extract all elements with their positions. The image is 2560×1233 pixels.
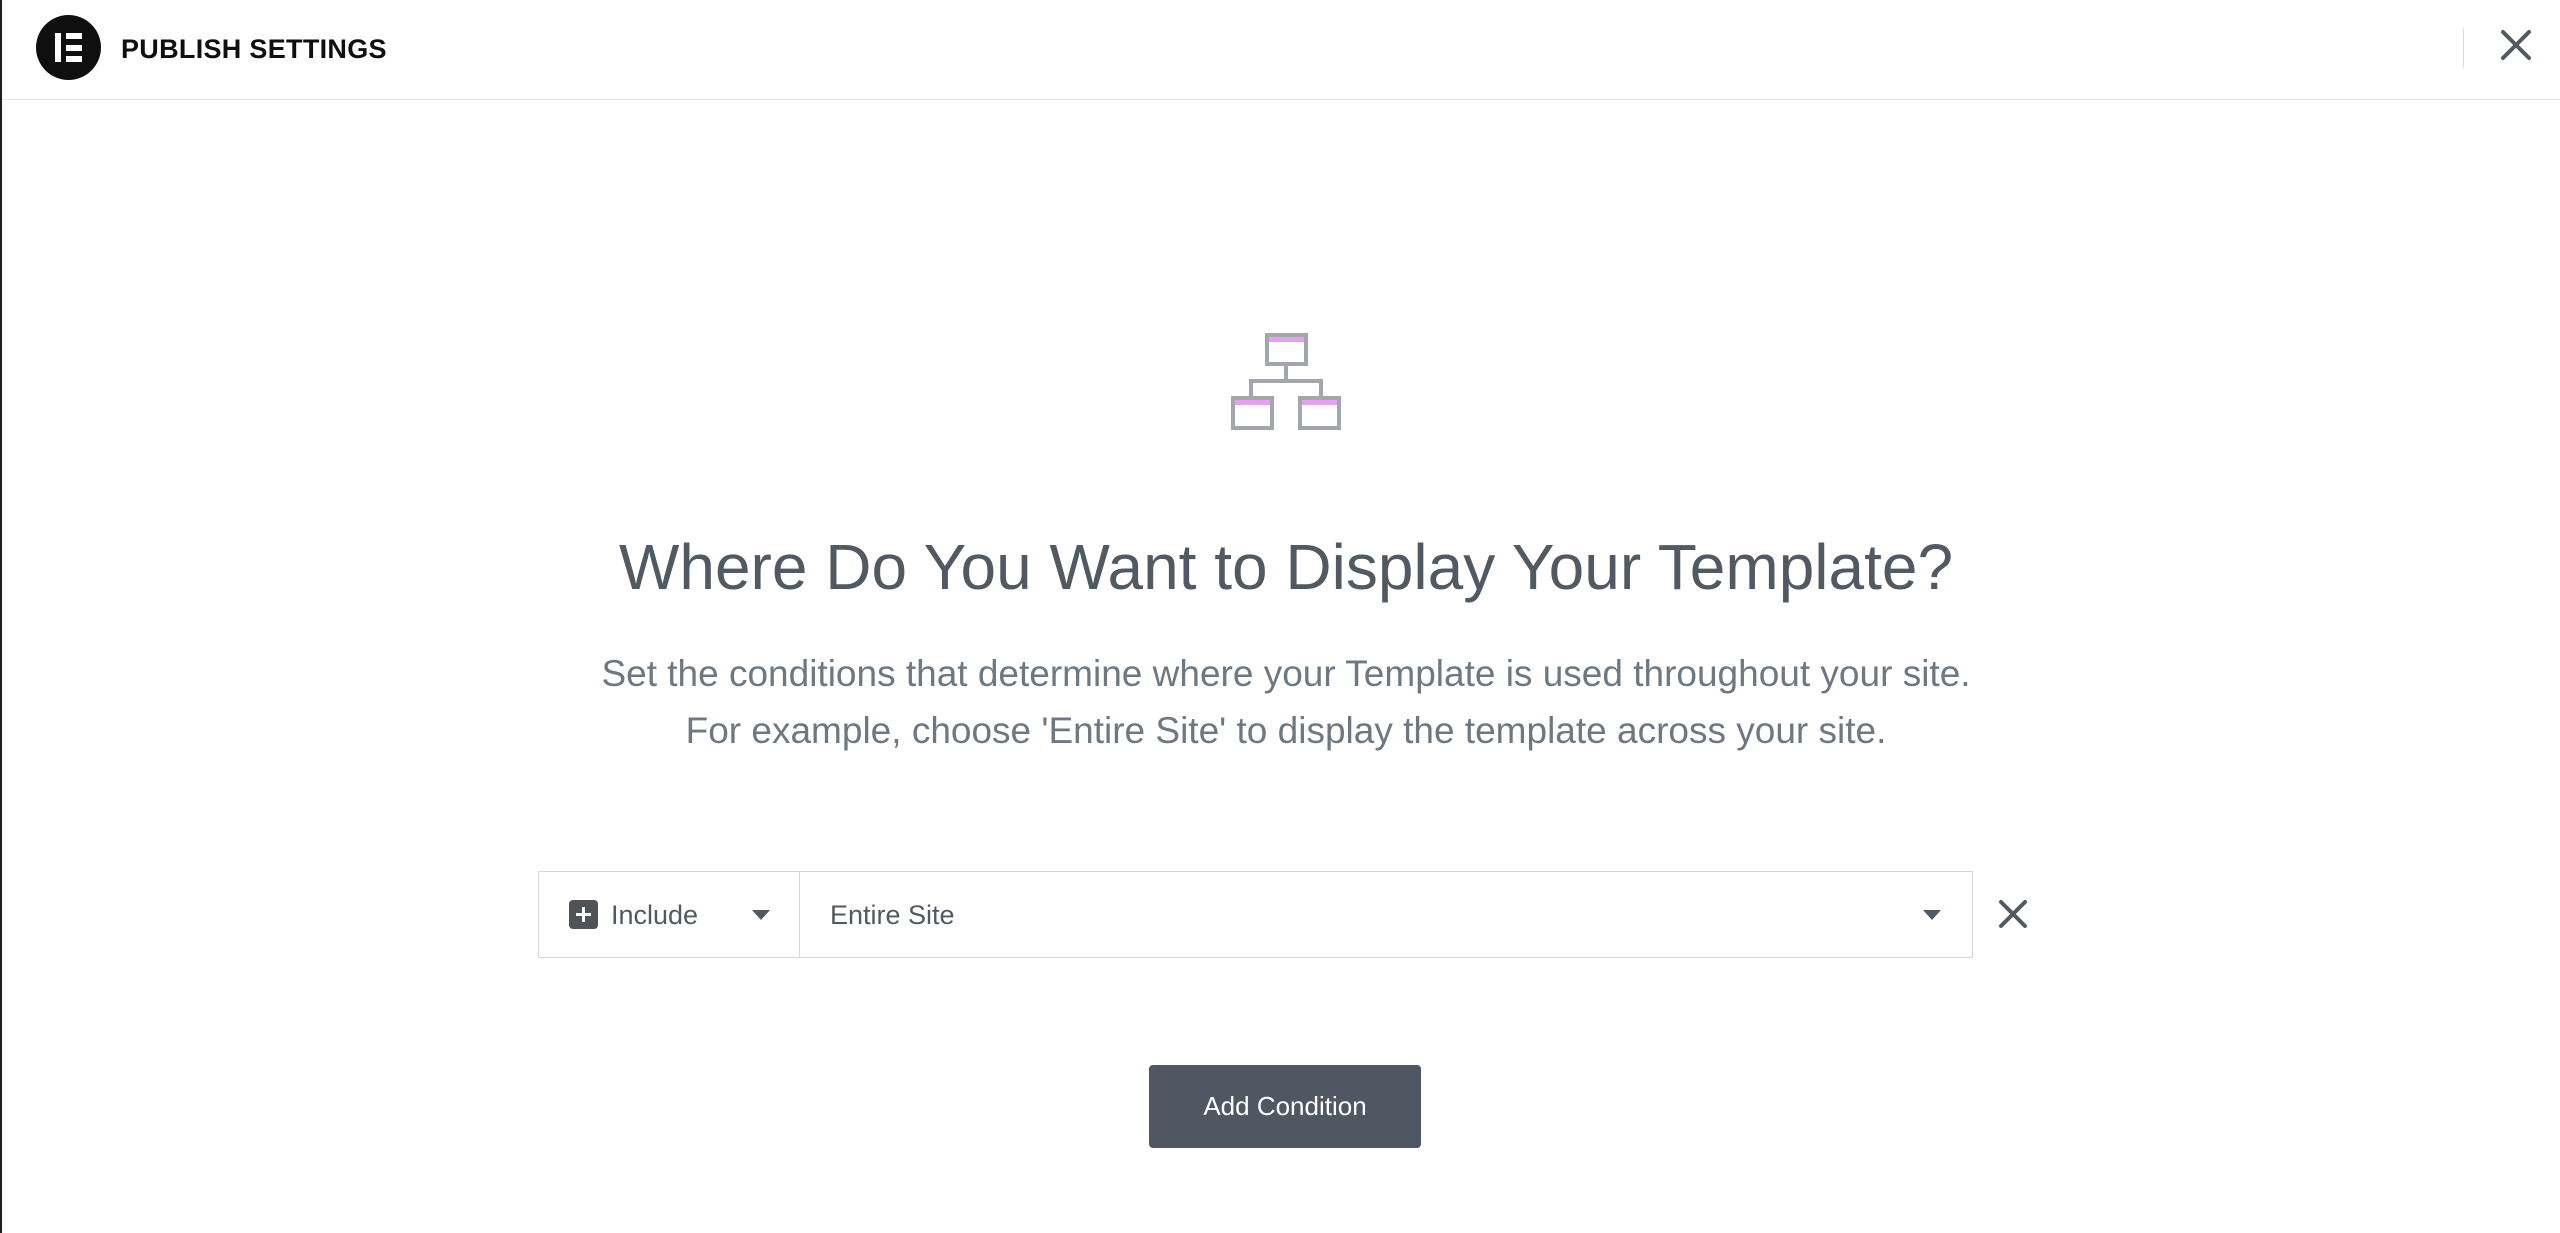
include-label: Include: [611, 900, 699, 930]
close-icon: [1999, 900, 2027, 928]
description-line-2: For example, choose 'Entire Site' to dis…: [685, 710, 1887, 751]
chevron-down-icon: [752, 910, 770, 920]
sitemap-illustration: [1230, 330, 1342, 439]
page-title: Where Do You Want to Display Your Templa…: [618, 531, 1954, 603]
description-line-1: Set the conditions that determine where …: [601, 653, 1971, 694]
elementor-logo-icon: [36, 15, 101, 80]
sitemap-icon: [1231, 333, 1341, 430]
close-modal-button[interactable]: [2498, 27, 2534, 63]
scope-label: Entire Site: [830, 900, 955, 930]
header-title: PUBLISH SETTINGS: [121, 34, 387, 64]
header-divider: [2463, 28, 2464, 68]
publish-settings-modal: PUBLISH SETTINGS Where Do You Want to Di…: [0, 0, 2560, 1233]
chevron-down-icon: [1923, 910, 1941, 920]
condition-scope-select[interactable]: Entire Site: [800, 872, 1972, 957]
plus-icon: [569, 900, 598, 929]
include-exclude-select[interactable]: Include: [539, 872, 800, 957]
condition-row: Include Entire Site: [538, 871, 1973, 958]
close-icon: [2501, 30, 2531, 60]
remove-condition-button[interactable]: [1997, 898, 2029, 930]
modal-header: PUBLISH SETTINGS: [2, 0, 2560, 100]
add-condition-button[interactable]: Add Condition: [1149, 1065, 1421, 1148]
